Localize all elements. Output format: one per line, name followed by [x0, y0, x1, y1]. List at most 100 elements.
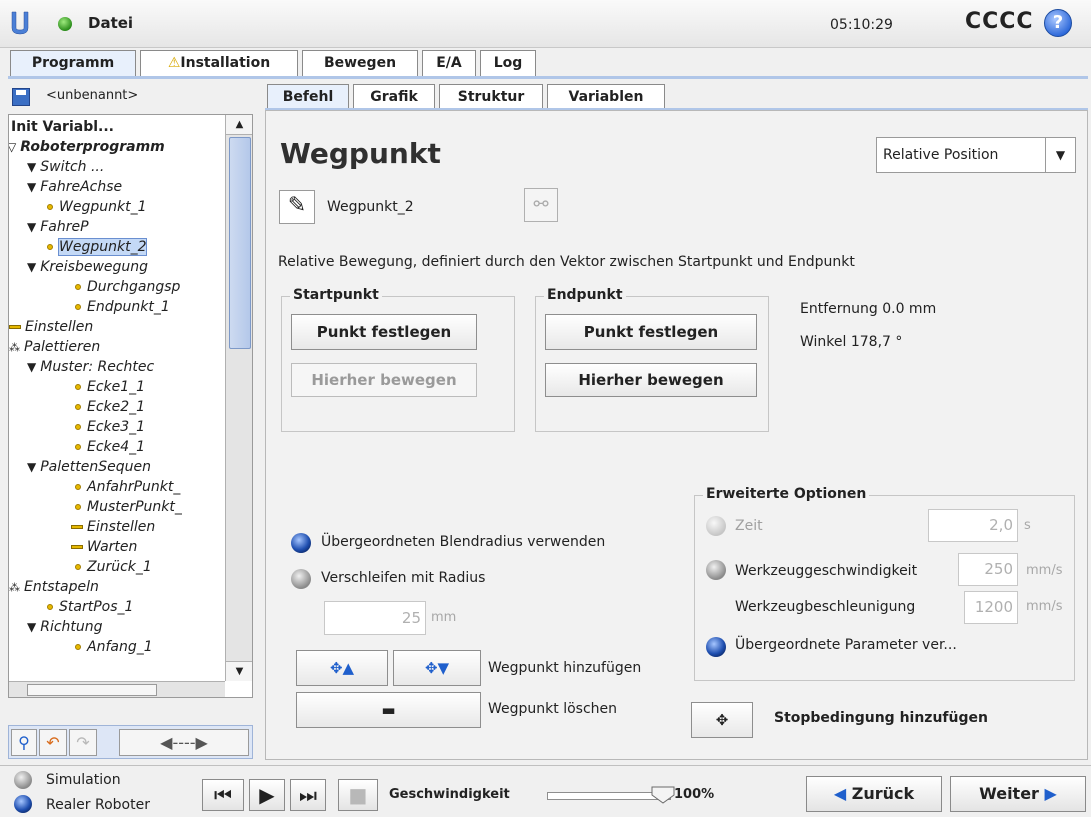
use-parent-blend-radio[interactable]	[291, 533, 311, 553]
tree-item[interactable]: Ecke2_1	[75, 397, 145, 417]
expand-icon[interactable]: ▼	[27, 217, 36, 237]
tree-item[interactable]: Durchgangsp	[75, 277, 180, 297]
tree-toolbar: ⚲ ↶ ↷ ◀----▶	[8, 725, 253, 759]
tree-item[interactable]: AnfahrPunkt_	[75, 477, 180, 497]
add-stop-condition-button[interactable]: ✥	[691, 702, 753, 738]
save-icon[interactable]	[12, 88, 30, 106]
waypoint-icon	[75, 424, 81, 430]
tool-speed-input[interactable]: 250	[958, 553, 1018, 586]
tree-item[interactable]: Anfang_1	[75, 637, 153, 657]
simulation-radio[interactable]	[14, 771, 32, 789]
waypoint-icon	[75, 404, 81, 410]
waypoint-type-select[interactable]: Relative Position ▼	[876, 137, 1076, 173]
tree-item[interactable]: Ecke3_1	[75, 417, 145, 437]
tool-accel-input[interactable]: 1200	[964, 591, 1018, 624]
tree-item[interactable]: ⁂ Entstapeln	[9, 577, 99, 597]
tab-installation[interactable]: ⚠Installation	[140, 50, 298, 76]
tree-item[interactable]: ⁂ Palettieren	[9, 337, 100, 357]
endpoint-set-button[interactable]: Punkt festlegen	[545, 314, 757, 350]
waypoint-icon	[47, 244, 53, 250]
skip-back-icon[interactable]: ⏮	[202, 779, 244, 811]
time-radio[interactable]	[706, 516, 726, 536]
waypoint-icon	[47, 604, 53, 610]
startpoint-set-button[interactable]: Punkt festlegen	[291, 314, 477, 350]
tree-item-selected[interactable]: Wegpunkt_2	[47, 237, 148, 257]
search-icon[interactable]: ⚲	[11, 729, 37, 756]
expand-icon[interactable]: ▽	[9, 137, 16, 157]
parent-params-radio[interactable]	[706, 637, 726, 657]
expand-collapse-icon[interactable]: ◀----▶	[119, 729, 249, 756]
blend-radius-input[interactable]: 25	[324, 601, 426, 635]
tree-item[interactable]: ▼ FahreAchse	[27, 177, 122, 197]
undo-icon[interactable]: ↶	[39, 729, 67, 756]
tab-befehl[interactable]: Befehl	[267, 84, 349, 110]
scroll-thumb[interactable]	[27, 684, 157, 696]
tree-horizontal-scrollbar[interactable]	[9, 681, 225, 697]
tree-item[interactable]: Ecke1_1	[75, 377, 145, 397]
tool-speed-unit: mm/s	[1026, 563, 1063, 578]
tree-item[interactable]: Ecke4_1	[75, 437, 145, 457]
step-icon[interactable]: ⏭	[290, 779, 326, 811]
tree-vertical-scrollbar[interactable]: ▲ ▼	[225, 115, 252, 681]
file-menu[interactable]: Datei	[88, 14, 133, 32]
expand-icon[interactable]: ▼	[27, 617, 36, 637]
waypoint-icon	[75, 444, 81, 450]
redo-icon[interactable]: ↷	[69, 729, 97, 756]
tree-item[interactable]: Wegpunkt_1	[47, 197, 146, 217]
next-button[interactable]: Weiter ▶	[950, 776, 1086, 812]
add-waypoint-before-button[interactable]: ✥▲	[296, 650, 388, 686]
tree-item[interactable]: ▽Roboterprogramm	[9, 137, 165, 157]
tab-grafik[interactable]: Grafik	[353, 84, 435, 110]
tree-item[interactable]: ▼ Kreisbewegung	[27, 257, 148, 277]
expand-icon[interactable]: ▼	[27, 177, 36, 197]
tree-item[interactable]: MusterPunkt_	[75, 497, 182, 517]
tool-accel-label: Werkzeugbeschleunigung	[735, 599, 916, 615]
tab-ea[interactable]: E/A	[422, 50, 476, 76]
real-robot-radio[interactable]	[14, 795, 32, 813]
tree-item[interactable]: Einstellen	[9, 317, 93, 337]
tree-item[interactable]: Zurück_1	[75, 557, 152, 577]
tool-speed-radio[interactable]	[706, 560, 726, 580]
tree-item[interactable]: Warten	[71, 537, 137, 557]
set-icon	[71, 525, 83, 529]
tree-item[interactable]: StartPos_1	[47, 597, 133, 617]
back-button[interactable]: ◀ Zurück	[806, 776, 942, 812]
delete-waypoint-button[interactable]: ▬	[296, 692, 481, 728]
scroll-up-icon[interactable]: ▲	[226, 115, 252, 135]
endpoint-move-button[interactable]: Hierher bewegen	[545, 363, 757, 397]
tab-variablen[interactable]: Variablen	[547, 84, 665, 110]
stop-icon[interactable]: ■	[338, 779, 378, 811]
tree-item[interactable]: ▼ PalettenSequen	[27, 457, 151, 477]
tab-programm[interactable]: Programm	[10, 50, 136, 76]
expand-icon[interactable]: ▼	[27, 257, 36, 277]
program-header: <unbenannt>	[8, 84, 253, 111]
expand-icon[interactable]: ▼	[27, 357, 36, 377]
tree-item[interactable]: ▼ FahreP	[27, 217, 89, 237]
tab-bewegen[interactable]: Bewegen	[302, 50, 418, 76]
program-tree[interactable]: Init Variabl... ▽Roboterprogramm ▼Switch…	[8, 114, 253, 698]
startpoint-move-button[interactable]: Hierher bewegen	[291, 363, 477, 397]
scroll-down-icon[interactable]: ▼	[226, 661, 252, 681]
tree-item[interactable]: Init Variabl...	[11, 117, 114, 137]
pallet-icon: ⁂	[9, 341, 20, 354]
link-icon[interactable]: ⚯	[524, 188, 558, 222]
page-title: Wegpunkt	[280, 137, 441, 170]
blend-radius-radio[interactable]	[291, 569, 311, 589]
tab-struktur[interactable]: Struktur	[439, 84, 543, 110]
tree-item[interactable]: Einstellen	[71, 517, 155, 537]
tree-item[interactable]: ▼ Richtung	[27, 617, 103, 637]
chevron-down-icon[interactable]: ▼	[1045, 138, 1075, 172]
expand-icon[interactable]: ▼	[27, 457, 36, 477]
pencil-icon[interactable]: ✎	[279, 190, 315, 224]
help-icon[interactable]: ?	[1044, 9, 1072, 37]
add-waypoint-after-button[interactable]: ✥▼	[393, 650, 481, 686]
scroll-thumb[interactable]	[229, 137, 251, 349]
tree-item[interactable]: ▼ Muster: Rechtec	[27, 357, 154, 377]
tree-item[interactable]: ▼ Switch ...	[27, 157, 104, 177]
expand-icon[interactable]: ▼	[27, 157, 36, 177]
tree-item[interactable]: Endpunkt_1	[75, 297, 170, 317]
play-icon[interactable]: ▶	[249, 779, 285, 811]
speed-slider-handle[interactable]	[650, 785, 676, 805]
time-input[interactable]: 2,0	[928, 509, 1018, 542]
tab-log[interactable]: Log	[480, 50, 536, 76]
